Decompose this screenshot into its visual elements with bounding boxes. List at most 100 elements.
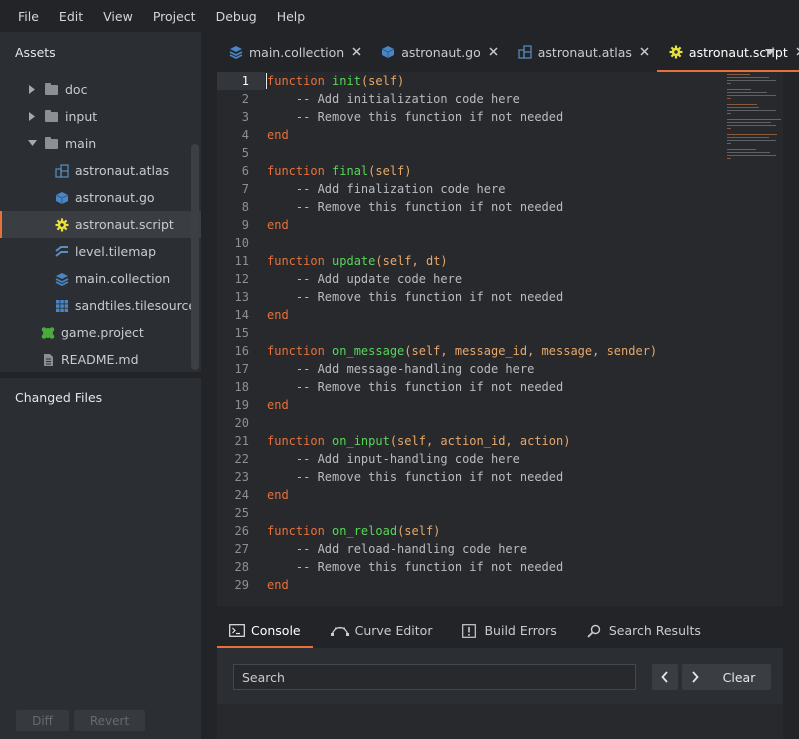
diff-button[interactable]: Diff — [16, 710, 69, 731]
asset-item-level-tilemap[interactable]: level.tilemap — [0, 238, 201, 265]
tab-curve-editor[interactable]: Curve Editor — [319, 612, 445, 648]
clear-button[interactable]: Clear — [707, 664, 771, 690]
asset-item-input[interactable]: input — [0, 103, 201, 130]
code-token: -- Remove this function if not needed — [295, 470, 564, 484]
asset-item-doc[interactable]: doc — [0, 76, 201, 103]
asset-item-astronaut-script[interactable]: astronaut.script — [0, 211, 201, 238]
code-line: 9 end — [217, 216, 783, 234]
code-token: end — [267, 128, 289, 142]
asset-item-readme-md[interactable]: README.md — [0, 346, 201, 373]
assets-scrollbar[interactable] — [191, 144, 199, 370]
menu-project[interactable]: Project — [143, 9, 206, 24]
code-token: (self) — [360, 74, 405, 88]
line-source: function init(self) — [267, 72, 404, 90]
line-number: 18 — [234, 380, 249, 394]
tabs-dropdown-icon[interactable] — [765, 49, 775, 55]
caret-down-icon[interactable] — [27, 139, 37, 149]
close-icon[interactable] — [352, 45, 361, 60]
code-line: 3 -- Remove this function if not needed — [217, 108, 783, 126]
search-prev-button[interactable] — [652, 664, 678, 690]
code-line: 24 end — [217, 486, 783, 504]
menu-file[interactable]: File — [8, 9, 49, 24]
code-editor[interactable]: 1 function init(self) 2 -- Add initializat… — [217, 72, 783, 606]
tab-astronaut-go[interactable]: astronaut.go — [369, 32, 506, 72]
panel-divider[interactable] — [0, 372, 201, 378]
code-line: 5 — [217, 144, 783, 162]
asset-item-sandtiles-tilesource[interactable]: sandtiles.tilesource — [0, 292, 201, 319]
search-next-button[interactable] — [682, 664, 708, 690]
menu-debug[interactable]: Debug — [206, 9, 267, 24]
line-source: function on_input(self, action_id, actio… — [267, 432, 570, 450]
line-number: 13 — [234, 290, 249, 304]
document-icon — [41, 353, 55, 367]
tab-search-results[interactable]: Search Results — [575, 612, 713, 648]
changed-files-title: Changed Files — [15, 390, 103, 405]
caret-right-icon[interactable] — [27, 112, 37, 122]
caret-right-icon[interactable] — [27, 85, 37, 95]
line-number: 3 — [241, 110, 249, 124]
code-line: 27 -- Add reload-handling code here — [217, 540, 783, 558]
menu-view[interactable]: View — [93, 9, 143, 24]
revert-button[interactable]: Revert — [74, 710, 145, 731]
asset-item-label: game.project — [61, 325, 144, 340]
chevron-left-icon — [661, 671, 668, 683]
console-output — [217, 704, 783, 739]
asset-item-astronaut-go[interactable]: astronaut.go — [0, 184, 201, 211]
code-line: 4 end — [217, 126, 783, 144]
close-icon[interactable] — [640, 45, 649, 60]
line-number: 10 — [234, 236, 249, 250]
console-search-input[interactable] — [233, 664, 636, 690]
code-line: 19 end — [217, 396, 783, 414]
line-source: function final(self) — [267, 162, 412, 180]
line-source: end — [267, 126, 289, 144]
code-token: end — [267, 578, 289, 592]
tab-build-errors[interactable]: Build Errors — [450, 612, 568, 648]
line-number: 4 — [241, 128, 249, 142]
line-number: 22 — [234, 452, 249, 466]
console-panel: Clear — [217, 648, 783, 739]
line-source: -- Remove this function if not needed — [267, 468, 563, 486]
asset-item-main[interactable]: main — [0, 130, 201, 157]
code-token: end — [267, 218, 289, 232]
code-line: 20 — [217, 414, 783, 432]
line-source: function on_message(self, message_id, me… — [267, 342, 657, 360]
tab-main-collection[interactable]: main.collection — [217, 32, 369, 72]
code-line: 11 function update(self, dt) — [217, 252, 783, 270]
tab-astronaut-script[interactable]: astronaut.script — [656, 32, 799, 72]
code-token: function — [267, 434, 325, 448]
tab-console[interactable]: Console — [217, 612, 313, 648]
code-line: 6 function final(self) — [217, 162, 783, 180]
menu-help[interactable]: Help — [267, 9, 316, 24]
code-token: on_input — [332, 434, 390, 448]
editor-area: main.collection astronaut.go astronaut.atl… — [201, 32, 799, 739]
line-number: 12 — [234, 272, 249, 286]
close-icon[interactable] — [489, 45, 498, 60]
atlas-icon — [55, 163, 69, 178]
line-number: 11 — [234, 254, 249, 268]
bottom-tab-label: Curve Editor — [354, 622, 433, 638]
asset-item-game-project[interactable]: game.project — [0, 319, 201, 346]
tab-astronaut-atlas[interactable]: astronaut.atlas — [506, 32, 657, 72]
cube-icon — [381, 45, 395, 59]
line-number: 16 — [234, 344, 249, 358]
line-number: 24 — [234, 488, 249, 502]
code-line: 2 -- Add initialization code here — [217, 90, 783, 108]
asset-item-astronaut-atlas[interactable]: astronaut.atlas — [0, 157, 201, 184]
code-token: -- Remove this function if not needed — [295, 200, 564, 214]
line-source: function on_reload(self) — [267, 522, 440, 540]
code-line: 17 -- Add message-handling code here — [217, 360, 783, 378]
code-token: end — [267, 308, 289, 322]
asset-item-main-collection[interactable]: main.collection — [0, 265, 201, 292]
code-token: -- Add finalization code here — [295, 182, 506, 196]
menu-edit[interactable]: Edit — [49, 9, 93, 24]
